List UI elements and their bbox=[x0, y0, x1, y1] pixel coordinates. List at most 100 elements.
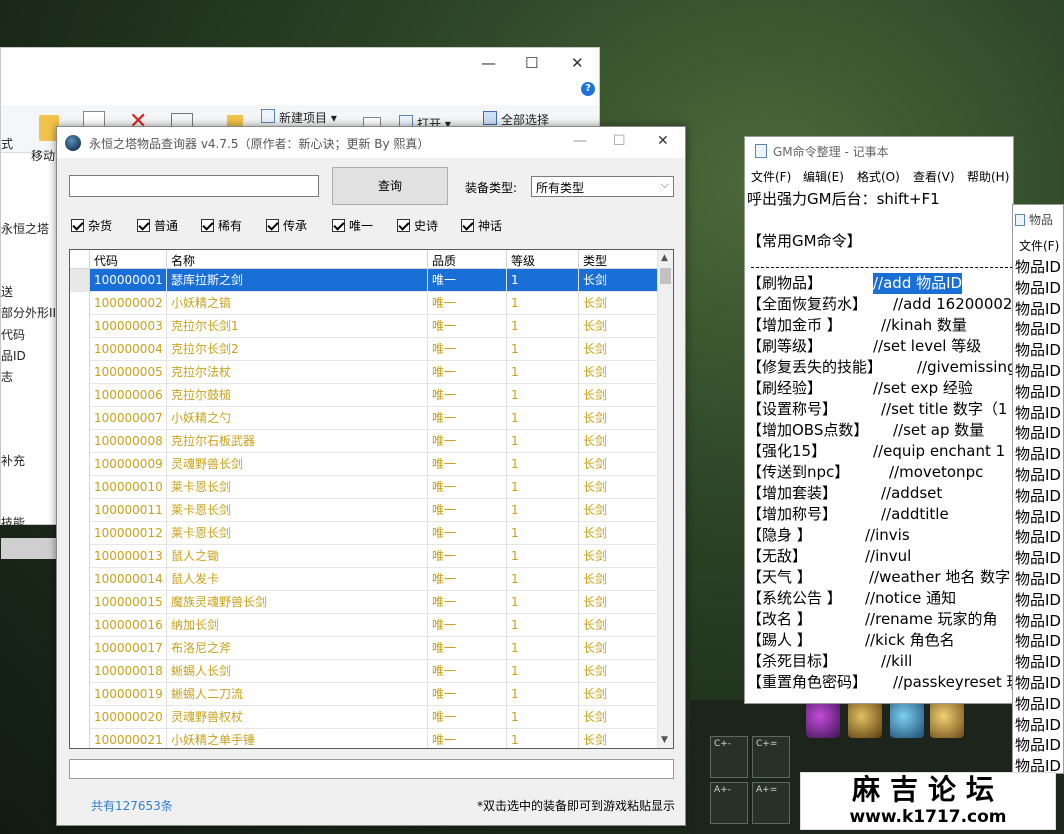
help-icon[interactable]: ? bbox=[581, 82, 595, 96]
filter-checkbox-unique[interactable]: 唯一 bbox=[332, 217, 373, 234]
text-line: 物品ID bbox=[1015, 465, 1061, 484]
cell-code: 100000019 bbox=[90, 683, 167, 706]
maximize-icon[interactable]: ☐ bbox=[613, 133, 626, 149]
column-header-level[interactable]: 等级 bbox=[507, 250, 579, 269]
scroll-thumb[interactable] bbox=[660, 268, 671, 284]
search-input[interactable] bbox=[69, 175, 319, 197]
cell-type: 长剑 bbox=[579, 453, 658, 476]
nav-item[interactable]: 品ID bbox=[1, 347, 26, 364]
checkbox-check-icon bbox=[461, 219, 474, 232]
table-row[interactable]: 100000013 鼠人之锄 唯一 1 长剑 bbox=[70, 545, 658, 568]
wings-skill-icon[interactable] bbox=[848, 702, 882, 738]
table-row[interactable]: 100000010 莱卡恩长剑 唯一 1 长剑 bbox=[70, 476, 658, 499]
notepad-text-area[interactable]: 呼出强力GM后台：shift+F1 【常用GM命令】 【刷物品】 //add 物品… bbox=[747, 189, 1015, 705]
command-syntax: //rename 玩家的角 bbox=[865, 610, 998, 628]
cell-quality: 唯一 bbox=[428, 637, 507, 660]
filter-checkbox-mythic[interactable]: 神话 bbox=[461, 217, 502, 234]
game-hotkey-slot[interactable]: A+= bbox=[752, 782, 790, 824]
menu-edit[interactable]: 编辑(E) bbox=[803, 168, 844, 185]
select-all-icon[interactable] bbox=[483, 111, 497, 125]
moon-skill-icon[interactable] bbox=[806, 702, 840, 738]
column-header-code[interactable]: 代码 bbox=[90, 250, 167, 269]
table-row[interactable]: 100000015 魔族灵魂野兽长剑 唯一 1 长剑 bbox=[70, 591, 658, 614]
table-row[interactable]: 100000009 灵魂野兽长剑 唯一 1 长剑 bbox=[70, 453, 658, 476]
nav-item[interactable]: 补充 bbox=[1, 452, 25, 469]
minimize-icon[interactable]: — bbox=[573, 133, 587, 149]
game-hotkey-slot[interactable]: C+= bbox=[752, 736, 790, 778]
command-syntax: //kinah 数量 bbox=[881, 316, 967, 334]
column-header-quality[interactable]: 品质 bbox=[428, 250, 507, 269]
scroll-up-icon[interactable]: ▲ bbox=[661, 253, 668, 263]
cell-type: 长剑 bbox=[579, 568, 658, 591]
table-row[interactable]: 100000011 莱卡恩长剑 唯一 1 长剑 bbox=[70, 499, 658, 522]
column-header-name[interactable]: 名称 bbox=[167, 250, 428, 269]
table-row[interactable]: 100000014 鼠人发卡 唯一 1 长剑 bbox=[70, 568, 658, 591]
filter-checkbox-legacy[interactable]: 传承 bbox=[266, 217, 307, 234]
table-row[interactable]: 100000002 小妖精之镐 唯一 1 长剑 bbox=[70, 292, 658, 315]
table-row[interactable]: 100000016 纳加长剑 唯一 1 长剑 bbox=[70, 614, 658, 637]
menu-file[interactable]: 文件(F) bbox=[751, 168, 791, 185]
game-hotkey-slot[interactable]: C+- bbox=[710, 736, 748, 778]
table-row[interactable]: 100000021 小妖精之单手锤 唯一 1 长剑 bbox=[70, 729, 658, 748]
row-indicator bbox=[70, 453, 90, 476]
cell-type: 长剑 bbox=[579, 706, 658, 729]
table-row[interactable]: 100000001 瑟库拉斯之剑 唯一 1 长剑 bbox=[70, 269, 658, 292]
run-skill-icon[interactable] bbox=[890, 702, 924, 738]
cell-code: 100000003 bbox=[90, 315, 167, 338]
query-button[interactable]: 查询 bbox=[332, 167, 448, 205]
table-row[interactable]: 100000020 灵魂野兽权杖 唯一 1 长剑 bbox=[70, 706, 658, 729]
maximize-icon[interactable]: ☐ bbox=[525, 54, 538, 72]
row-indicator bbox=[70, 384, 90, 407]
game-hotkey-slot[interactable]: A+- bbox=[710, 782, 748, 824]
command-line: 【重置角色密码】 //passkeyreset 玩 bbox=[747, 672, 1015, 693]
column-header-type[interactable]: 类型 bbox=[579, 250, 658, 269]
command-line: 【增加套装】 //addset bbox=[747, 483, 1015, 504]
nav-item[interactable]: 技能 bbox=[1, 514, 25, 531]
nav-item[interactable]: 志 bbox=[1, 368, 13, 385]
close-icon[interactable]: ✕ bbox=[657, 133, 669, 149]
move-button[interactable]: 移动 bbox=[31, 147, 55, 164]
filter-checkbox-common[interactable]: 普通 bbox=[137, 217, 178, 234]
cell-name: 莱卡恩长剑 bbox=[167, 522, 428, 545]
nav-item[interactable]: 代码 bbox=[1, 326, 25, 343]
menu-help[interactable]: 帮助(H) bbox=[967, 168, 1009, 185]
notepad2-titlebar: 物品 bbox=[1015, 211, 1053, 228]
table-row[interactable]: 100000007 小妖精之勺 唯一 1 长剑 bbox=[70, 407, 658, 430]
cell-name: 克拉尔法杖 bbox=[167, 361, 428, 384]
table-row[interactable]: 100000006 克拉尔鼓槌 唯一 1 长剑 bbox=[70, 384, 658, 407]
close-icon[interactable]: ✕ bbox=[571, 54, 584, 72]
notepad2-text-area[interactable]: 物品ID 物品ID 物品ID 物品ID 物品ID 物品ID 物品ID 物品ID 物品ID 物品ID… bbox=[1015, 257, 1063, 773]
nav-item[interactable]: 部分外形II bbox=[1, 304, 56, 321]
table-row[interactable]: 100000012 莱卡恩长剑 唯一 1 长剑 bbox=[70, 522, 658, 545]
scroll-down-icon[interactable]: ▼ bbox=[661, 735, 668, 745]
cell-name: 瑟库拉斯之剑 bbox=[167, 269, 428, 292]
table-row[interactable]: 100000003 克拉尔长剑1 唯一 1 长剑 bbox=[70, 315, 658, 338]
nav-item[interactable]: 送 bbox=[1, 283, 13, 300]
filter-checkbox-rare[interactable]: 稀有 bbox=[201, 217, 242, 234]
table-row[interactable]: 100000019 蜥蜴人二刀流 唯一 1 长剑 bbox=[70, 683, 658, 706]
row-indicator bbox=[70, 729, 90, 748]
row-indicator bbox=[70, 660, 90, 683]
menu-format[interactable]: 格式(O) bbox=[857, 168, 900, 185]
table-row[interactable]: 100000018 蜥蜴人长剑 唯一 1 长剑 bbox=[70, 660, 658, 683]
new-item-icon[interactable] bbox=[261, 109, 275, 123]
command-line: 【刷等级】 //set level 等级 bbox=[747, 336, 1015, 357]
cell-type: 长剑 bbox=[579, 522, 658, 545]
filter-checkbox-zahuo[interactable]: 杂货 bbox=[71, 217, 112, 234]
header-indicator bbox=[70, 250, 90, 269]
gift-box-icon[interactable] bbox=[930, 702, 964, 738]
menu-view[interactable]: 查看(V) bbox=[913, 168, 955, 185]
menu-file[interactable]: 文件(F) bbox=[1019, 237, 1059, 254]
table-scrollbar[interactable]: ▲ ▼ bbox=[657, 250, 673, 748]
text-line: 物品ID bbox=[1015, 715, 1061, 734]
nav-item[interactable]: 永恒之塔 bbox=[1, 220, 49, 237]
table-row[interactable]: 100000008 克拉尔石板武器 唯一 1 长剑 bbox=[70, 430, 658, 453]
new-item-button[interactable]: 新建项目 ▾ bbox=[279, 109, 337, 126]
table-row[interactable]: 100000004 克拉尔长剑2 唯一 1 长剑 bbox=[70, 338, 658, 361]
table-row[interactable]: 100000005 克拉尔法杖 唯一 1 长剑 bbox=[70, 361, 658, 384]
filter-checkbox-epic[interactable]: 史诗 bbox=[397, 217, 438, 234]
type-select[interactable]: 所有类型 ⌵ bbox=[531, 176, 674, 197]
explorer-titlebar: — ☐ ✕ ? bbox=[1, 48, 599, 105]
table-row[interactable]: 100000017 布洛尼之斧 唯一 1 长剑 bbox=[70, 637, 658, 660]
minimize-icon[interactable]: — bbox=[481, 54, 496, 72]
